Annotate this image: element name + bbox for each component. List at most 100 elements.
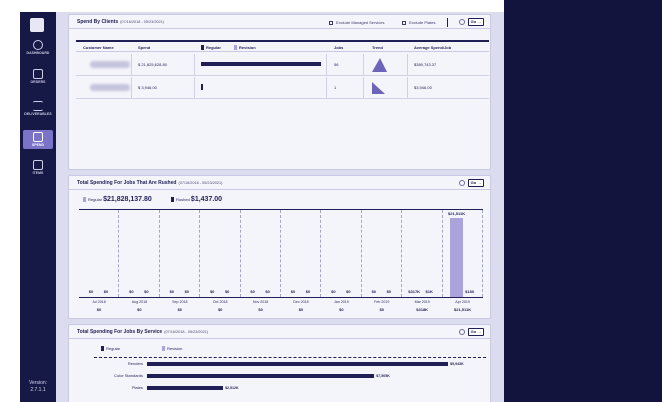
chart-column [119,210,160,297]
service-bar[interactable] [147,386,224,390]
divider [326,54,327,76]
chart-baseline [79,297,483,298]
chart-column [241,210,281,297]
regular-bar[interactable] [449,218,463,297]
rushed-value-label: $0 [184,289,190,294]
service-bar[interactable] [147,374,375,378]
exclude-plates-checkbox[interactable]: Exclude Plates [402,20,435,25]
customer-name-redacted [90,84,130,91]
legend-regular-label: Regular [106,346,121,351]
orders-icon [33,69,43,79]
table-header: Customer Name Spend Regular Revision Job… [76,40,489,52]
x-axis-total: $21,511K [454,307,472,312]
sidebar-item-label: ITEMS [32,171,44,175]
service-spending-card: Total Spending For Jobs By Service (07/16… [68,324,491,402]
exclude-managed-checkbox[interactable]: Exclude Managed Services [329,20,384,25]
logo[interactable] [30,18,44,32]
right-panel-background [504,0,662,402]
go-button[interactable]: Go → [468,18,484,26]
card-header: Total Spending For Jobs By Service (07/16… [69,325,490,339]
legend-revision-label: Revision [239,45,256,50]
trend-up-icon [372,58,387,72]
card-header: Spend By Clients (07/16/2018 - 05/23/2021… [69,15,490,29]
main-content: Spend By Clients (07/16/2018 - 05/23/2021… [56,12,504,402]
legend-revision: Revision [162,346,182,351]
x-axis-total: $0 [177,307,183,312]
top-strip [56,0,504,12]
x-axis-label: Mar 2019 [414,300,430,304]
spend-bar [201,62,321,66]
jobs-value: 56 [334,62,339,67]
exclude-plates-label: Exclude Plates [409,20,436,25]
column-jobs[interactable]: Jobs [334,45,343,50]
sidebar-item-dashboard[interactable]: DASHBOARD [20,40,56,55]
sidebar-item-orders[interactable]: ORDERS [20,69,56,84]
x-axis-label: Jul 2018 [92,300,106,304]
divider [447,18,448,27]
column-customer-name[interactable]: Customer Name [83,45,114,50]
rushed-value-label: $0 [386,289,392,294]
card-title: Spend By Clients (07/16/2018 - 05/23/2021… [77,19,164,25]
go-button[interactable]: Go → [468,179,484,187]
go-button[interactable]: Go → [468,328,484,336]
chart-column [402,210,443,297]
service-value-label: $9,943K [450,362,464,366]
help-icon[interactable] [459,180,465,186]
version-label: Version: [28,380,48,386]
spend-by-clients-card: Spend By Clients (07/16/2018 - 05/23/2021… [68,14,491,170]
revision-swatch [162,346,165,351]
table-row[interactable]: $ 3,946.00 1 $3,946.00 [76,77,489,99]
rushed-value-label: $0 [144,289,149,294]
card-header: Total Spending For Jobs That Are Rushed(… [69,176,490,190]
x-axis-label: Aug 2018 [131,300,148,304]
sidebar-item-deliverables[interactable]: DELIVERABLES [20,101,56,116]
legend-regular-label: Regular [206,45,221,50]
column-trend: Trend [372,45,383,50]
legend-regular: Regular [201,45,221,50]
exclude-managed-label: Exclude Managed Services [336,20,385,25]
legend-revision: Revision [234,45,256,50]
jobs-value: 1 [334,85,337,90]
divider [194,54,195,76]
rushed-value-label: $180 [465,289,475,294]
column-spend[interactable]: Spend [138,45,150,50]
rushed-chart-plot: $0 $0 $0 $0 $0 $0 $0 $0 $0 $0 $0 $0 $0 $0 $0 $0 $317K $1K… [79,209,483,297]
rushed-value-label: $0 [224,289,230,294]
legend-revision-label: Revision [167,346,183,351]
legend-regular: Regular $21,828,137.80 [83,196,152,203]
sidebar-item-items[interactable]: ITEMS [20,160,56,175]
legend-rushed: Rushed $1,437.00 [171,196,222,203]
table-row[interactable]: $ 21,825,628.80 56 $389,743.37 [76,54,489,76]
x-axis-total: $0 [217,307,223,312]
x-axis-label: Apr 2019 [455,300,470,304]
spend-bar [201,84,203,90]
service-bar[interactable] [147,362,449,366]
date-range: (07/16/2018 - 05/23/2021) [120,20,165,24]
chart-column [160,210,201,297]
divider [407,77,408,99]
x-axis-total: $0 [339,307,344,312]
x-axis-total: $0 [96,307,102,312]
sidebar-item-label: SPEND [31,143,45,147]
regular-swatch [201,45,204,50]
column-average-spend[interactable]: Average Spend/Job [414,45,451,50]
card-title: Total Spending For Jobs By Service (07/16… [77,329,208,335]
help-icon[interactable] [459,19,465,25]
x-axis-total: $0 [258,307,263,312]
x-axis-total: $0 [379,307,385,312]
chart-column [79,210,120,297]
legend-rushed-label: Rushed [176,197,190,202]
card-title-text: Total Spending For Jobs That Are Rushed [77,180,177,186]
checkbox-box[interactable] [329,20,333,25]
rushed-value-label: $0 [103,289,109,294]
divider [194,77,195,99]
checkbox-box[interactable] [402,20,406,25]
chart-column [362,210,403,297]
sidebar-item-label: DASHBOARD [26,51,50,55]
x-axis-label: Oct 2018 [212,300,228,304]
help-icon[interactable] [459,329,465,335]
card-title-text: Total Spending For Jobs By Service [77,329,163,335]
sidebar-item-spend[interactable]: SPEND [23,130,53,149]
date-range: (07/16/2018 - 05/23/2021) [164,330,209,334]
sidebar-item-label: ORDERS [30,80,46,84]
